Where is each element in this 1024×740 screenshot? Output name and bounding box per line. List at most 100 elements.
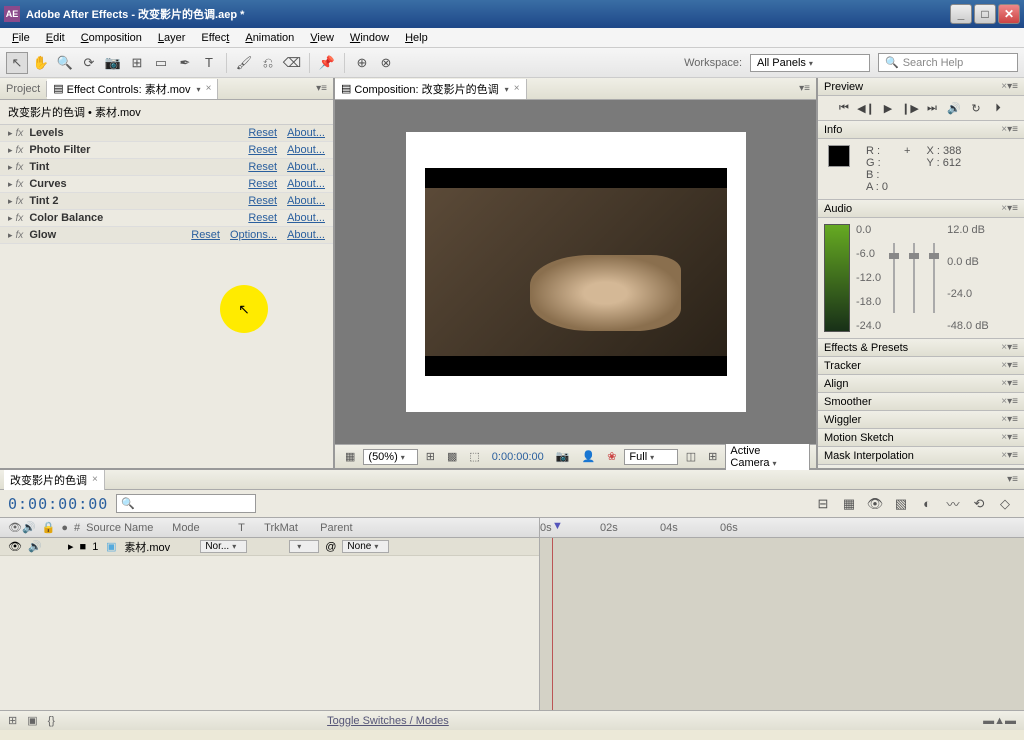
project-tab[interactable]: Project: [0, 81, 47, 97]
panel-menu-icon[interactable]: ▾≡: [799, 83, 810, 94]
panel-menu-icon[interactable]: ▾≡: [1007, 360, 1018, 371]
tab-close-icon[interactable]: ×: [206, 83, 212, 94]
timeline-tab[interactable]: 改变影片的色调×: [4, 470, 105, 490]
menu-window[interactable]: Window: [342, 30, 397, 46]
camera-dropdown[interactable]: Active Camera: [725, 443, 810, 471]
about-link[interactable]: About...: [287, 127, 325, 139]
zoom-tool[interactable]: 🔍: [54, 52, 76, 74]
panel-menu-icon[interactable]: ▾≡: [1007, 342, 1018, 353]
workspace-dropdown[interactable]: All Panels: [750, 54, 870, 72]
brush-tool[interactable]: 🖌: [233, 52, 255, 74]
panel-menu-icon[interactable]: ▾≡: [1007, 474, 1018, 485]
current-timecode[interactable]: 0:00:00:00: [8, 495, 108, 513]
panel-menu-icon[interactable]: ▾≡: [1007, 396, 1018, 407]
frame-blend-icon[interactable]: ▧: [890, 493, 912, 515]
audio-sliders[interactable]: [887, 224, 941, 332]
expand-arrow-icon[interactable]: ▸: [8, 213, 13, 224]
parent-dropdown[interactable]: None: [342, 540, 389, 553]
tl-icon-3[interactable]: {}: [48, 715, 55, 727]
panbehind-tool[interactable]: ⊞: [126, 52, 148, 74]
panel-menu-icon[interactable]: ▾≡: [1007, 81, 1018, 92]
resolution-dropdown[interactable]: Full: [624, 449, 677, 465]
trkmat-dropdown[interactable]: [289, 540, 319, 553]
zoom-out-icon[interactable]: ▬▲▬: [983, 715, 1016, 727]
transparency-icon[interactable]: ▩: [443, 449, 461, 464]
draft-3d-icon[interactable]: ▦: [838, 493, 860, 515]
tl-icon-1[interactable]: ⊞: [8, 714, 17, 727]
last-frame-button[interactable]: ⏭: [924, 100, 940, 116]
close-icon[interactable]: ×: [92, 474, 98, 485]
panel-menu-icon[interactable]: ▾≡: [1007, 450, 1018, 461]
color-mgmt-icon[interactable]: ❀: [603, 449, 620, 464]
resolution-icon[interactable]: ⊞: [422, 449, 439, 464]
layer-row[interactable]: 👁 🔊 ▸ ■ 1 ▣ 素材.mov Nor... @ None: [0, 538, 539, 556]
tl-icon-2[interactable]: ▣: [27, 714, 37, 727]
preview-panel-tab[interactable]: Preview: [824, 81, 998, 93]
effect-row[interactable]: ▸ fx Tint Reset About...: [0, 159, 333, 176]
effect-controls-tab[interactable]: ▤ Effect Controls: 素材.mov ×: [47, 79, 218, 99]
world-axis-tool[interactable]: ⊗: [375, 52, 397, 74]
audio-panel-tab[interactable]: Audio: [824, 203, 998, 215]
reset-link[interactable]: Reset: [248, 178, 277, 190]
minimize-button[interactable]: _: [950, 4, 972, 24]
menu-effect[interactable]: Effect: [193, 30, 237, 46]
shy-icon[interactable]: 👁: [864, 493, 886, 515]
effect-row[interactable]: ▸ fx Color Balance Reset About...: [0, 210, 333, 227]
expand-arrow-icon[interactable]: ▸: [8, 179, 13, 190]
about-link[interactable]: About...: [287, 212, 325, 224]
next-frame-button[interactable]: ❙▶: [902, 100, 918, 116]
audio-toggle-icon[interactable]: 🔊: [28, 540, 42, 554]
expand-arrow-icon[interactable]: ▸: [68, 540, 74, 553]
text-tool[interactable]: T: [198, 52, 220, 74]
puppet-tool[interactable]: 📌: [316, 52, 338, 74]
pen-tool[interactable]: ✒: [174, 52, 196, 74]
composition-viewer[interactable]: [335, 100, 816, 444]
effect-row[interactable]: ▸ fx Photo Filter Reset About...: [0, 142, 333, 159]
panel-tab[interactable]: Align: [824, 378, 998, 390]
toggle-switches-button[interactable]: Toggle Switches / Modes: [327, 715, 449, 727]
play-button[interactable]: ▶: [880, 100, 896, 116]
comp-mini-flowchart-icon[interactable]: ⊟: [812, 493, 834, 515]
mask-icon[interactable]: ⬚: [465, 449, 483, 464]
brainstorm-icon[interactable]: ⟲: [968, 493, 990, 515]
effect-row[interactable]: ▸ fx Curves Reset About...: [0, 176, 333, 193]
about-link[interactable]: About...: [287, 144, 325, 156]
reset-link[interactable]: Reset: [191, 229, 220, 241]
about-link[interactable]: About...: [287, 178, 325, 190]
panel-menu-icon[interactable]: ▾≡: [1007, 203, 1018, 214]
mask-tool[interactable]: ▭: [150, 52, 172, 74]
camera-tool[interactable]: 📷: [102, 52, 124, 74]
panel-menu-icon[interactable]: ▾≡: [1007, 414, 1018, 425]
reset-link[interactable]: Reset: [248, 144, 277, 156]
auto-keyframe-icon[interactable]: ◇: [994, 493, 1016, 515]
reset-link[interactable]: Reset: [248, 127, 277, 139]
playhead-icon[interactable]: ▼: [552, 520, 563, 532]
panel-tab[interactable]: Wiggler: [824, 414, 998, 426]
menu-animation[interactable]: Animation: [237, 30, 302, 46]
selection-tool[interactable]: ↖: [6, 52, 28, 74]
grid-toggle-icon[interactable]: ▦: [341, 449, 359, 464]
reset-link[interactable]: Reset: [248, 212, 277, 224]
expand-arrow-icon[interactable]: ▸: [8, 128, 13, 139]
hand-tool[interactable]: ✋: [30, 52, 52, 74]
expand-arrow-icon[interactable]: ▸: [8, 145, 13, 156]
timeline-search[interactable]: 🔍: [116, 494, 256, 513]
channel-icon[interactable]: 👤: [578, 449, 600, 464]
rotate-tool[interactable]: ⟳: [78, 52, 100, 74]
maximize-button[interactable]: □: [974, 4, 996, 24]
roi-icon[interactable]: ◫: [682, 449, 700, 464]
first-frame-button[interactable]: ⏮: [836, 100, 852, 116]
panel-tab[interactable]: Mask Interpolation: [824, 450, 998, 462]
composition-tab[interactable]: ▤ Composition: 改变影片的色调 ×: [335, 79, 527, 99]
tab-close-icon[interactable]: ×: [514, 83, 520, 94]
reset-link[interactable]: Reset: [248, 195, 277, 207]
panel-tab[interactable]: Motion Sketch: [824, 432, 998, 444]
expand-arrow-icon[interactable]: ▸: [8, 162, 13, 173]
expand-arrow-icon[interactable]: ▸: [8, 196, 13, 207]
effect-row[interactable]: ▸ fx Glow Reset Options... About...: [0, 227, 333, 244]
menu-view[interactable]: View: [302, 30, 342, 46]
pickwhip-icon[interactable]: @: [325, 541, 336, 553]
zoom-dropdown[interactable]: (50%): [363, 449, 417, 465]
motion-blur-icon[interactable]: ◐: [916, 493, 938, 515]
ram-preview-button[interactable]: ⏵: [990, 100, 1006, 116]
